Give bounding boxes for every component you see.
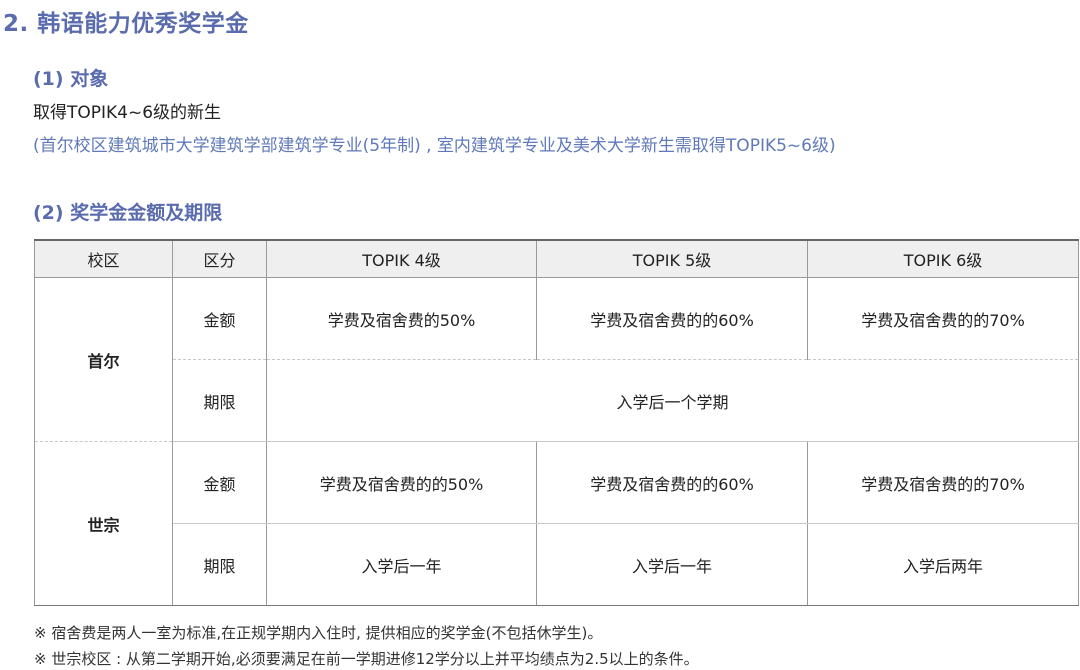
seoul-amount-topik4: 学费及宿舍费的50% xyxy=(266,277,537,360)
table-row: 世宗 金额 学费及宿舍费的的50% 学费及宿舍费的的60% 学费及宿舍费的的70… xyxy=(34,441,1079,606)
seoul-amount-topik6: 学费及宿舍费的的70% xyxy=(807,277,1079,360)
header-category: 区分 xyxy=(172,239,267,278)
note-sejong: ※ 世宗校区 : 从第二学期开始,必须要满足在前一学期进修12学分以上并平均绩点… xyxy=(34,650,699,668)
amount-heading: (2) 奖学金金额及期限 xyxy=(33,202,223,224)
sejong-period-label: 期限 xyxy=(172,523,267,606)
sejong-amount-label: 金额 xyxy=(172,441,267,524)
table-row: 期限 入学后一个学期 xyxy=(35,359,1079,442)
header-campus: 校区 xyxy=(34,239,173,278)
scholarship-table: 校区 区分 TOPIK 4级 TOPIK 5级 TOPIK 6级 首尔 金额 学… xyxy=(34,239,1079,606)
target-line1: 取得TOPIK4~6级的新生 xyxy=(33,103,222,123)
sejong-amount-topik5: 学费及宿舍费的的60% xyxy=(536,441,808,524)
target-heading: (1) 对象 xyxy=(33,68,109,90)
sejong-period-topik4: 入学后一年 xyxy=(266,523,537,606)
seoul-period: 入学后一个学期 xyxy=(266,359,1079,442)
sejong-amount-topik6: 学费及宿舍费的的70% xyxy=(807,441,1079,524)
target-line2: (首尔校区建筑城市大学建筑学部建筑学专业(5年制) , 室内建筑学专业及美术大学… xyxy=(33,136,836,156)
note-dormitory: ※ 宿舍费是两人一室为标准,在正规学期内入住时, 提供相应的奖学金(不包括休学生… xyxy=(34,624,603,642)
table-row: 期限 入学后一年 入学后一年 入学后两年 xyxy=(35,523,1079,606)
header-topik4: TOPIK 4级 xyxy=(266,239,537,278)
seoul-amount-topik5: 学费及宿舍费的的60% xyxy=(536,277,808,360)
header-topik6: TOPIK 6级 xyxy=(807,239,1079,278)
table-row: 首尔 金额 学费及宿舍费的50% 学费及宿舍费的的60% 学费及宿舍费的的70% xyxy=(34,277,1079,442)
sejong-period-topik6: 入学后两年 xyxy=(807,523,1079,606)
seoul-period-label: 期限 xyxy=(172,359,267,442)
section-title: 2. 韩语能力优秀奖学金 xyxy=(3,11,249,37)
table-header-row: 校区 区分 TOPIK 4级 TOPIK 5级 TOPIK 6级 xyxy=(34,239,1079,278)
sejong-amount-topik4: 学费及宿舍费的的50% xyxy=(266,441,537,524)
sejong-period-topik5: 入学后一年 xyxy=(536,523,808,606)
header-topik5: TOPIK 5级 xyxy=(536,239,808,278)
campus-seoul: 首尔 xyxy=(34,277,173,442)
campus-sejong: 世宗 xyxy=(34,441,173,606)
seoul-amount-label: 金额 xyxy=(172,277,267,360)
